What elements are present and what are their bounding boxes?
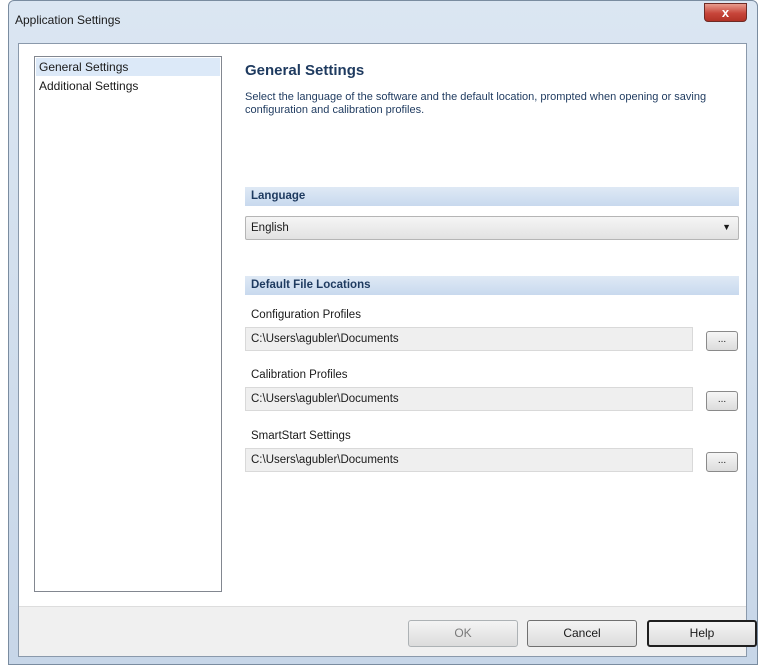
ok-button[interactable]: OK	[408, 620, 518, 647]
configuration-profiles-label: Configuration Profiles	[251, 309, 361, 321]
smartstart-settings-path: C:\Users\agubler\Documents	[251, 454, 399, 466]
configuration-profiles-browse-button[interactable]: ...	[706, 331, 738, 351]
file-locations-section-header: Default File Locations	[245, 276, 739, 295]
page-title: General Settings	[245, 62, 365, 79]
smartstart-settings-path-field[interactable]: C:\Users\agubler\Documents	[245, 448, 693, 472]
settings-nav-list: General Settings Additional Settings	[34, 56, 222, 592]
dialog-client-area: General Settings Additional Settings Gen…	[18, 43, 757, 657]
configuration-profiles-path-field[interactable]: C:\Users\agubler\Documents	[245, 327, 693, 351]
smartstart-settings-browse-button[interactable]: ...	[706, 452, 738, 472]
help-button[interactable]: Help	[647, 620, 757, 647]
close-icon: x	[721, 5, 730, 20]
nav-item-label: Additional Settings	[39, 79, 139, 93]
calibration-profiles-path: C:\Users\agubler\Documents	[251, 393, 399, 405]
close-button[interactable]: x	[704, 3, 747, 22]
language-dropdown[interactable]: English ▼	[245, 216, 739, 240]
title-bar[interactable]: Application Settings x	[9, 1, 757, 43]
window-title: Application Settings	[15, 13, 121, 27]
configuration-profiles-path: C:\Users\agubler\Documents	[251, 333, 399, 345]
calibration-profiles-label: Calibration Profiles	[251, 369, 348, 381]
calibration-profiles-path-field[interactable]: C:\Users\agubler\Documents	[245, 387, 693, 411]
language-selected-value: English	[251, 222, 289, 234]
calibration-profiles-browse-button[interactable]: ...	[706, 391, 738, 411]
smartstart-settings-label: SmartStart Settings	[251, 430, 351, 442]
nav-item-additional-settings[interactable]: Additional Settings	[36, 77, 220, 95]
page-description: Select the language of the software and …	[245, 91, 707, 116]
settings-window: Application Settings x General Settings …	[8, 0, 758, 665]
nav-item-label: General Settings	[39, 60, 129, 74]
language-section-header: Language	[245, 187, 739, 206]
nav-item-general-settings[interactable]: General Settings	[36, 58, 220, 76]
settings-panel: General Settings Select the language of …	[237, 44, 746, 656]
chevron-down-icon: ▼	[722, 222, 731, 232]
cancel-button[interactable]: Cancel	[527, 620, 637, 647]
dialog-footer: OK Cancel Help	[19, 606, 757, 656]
